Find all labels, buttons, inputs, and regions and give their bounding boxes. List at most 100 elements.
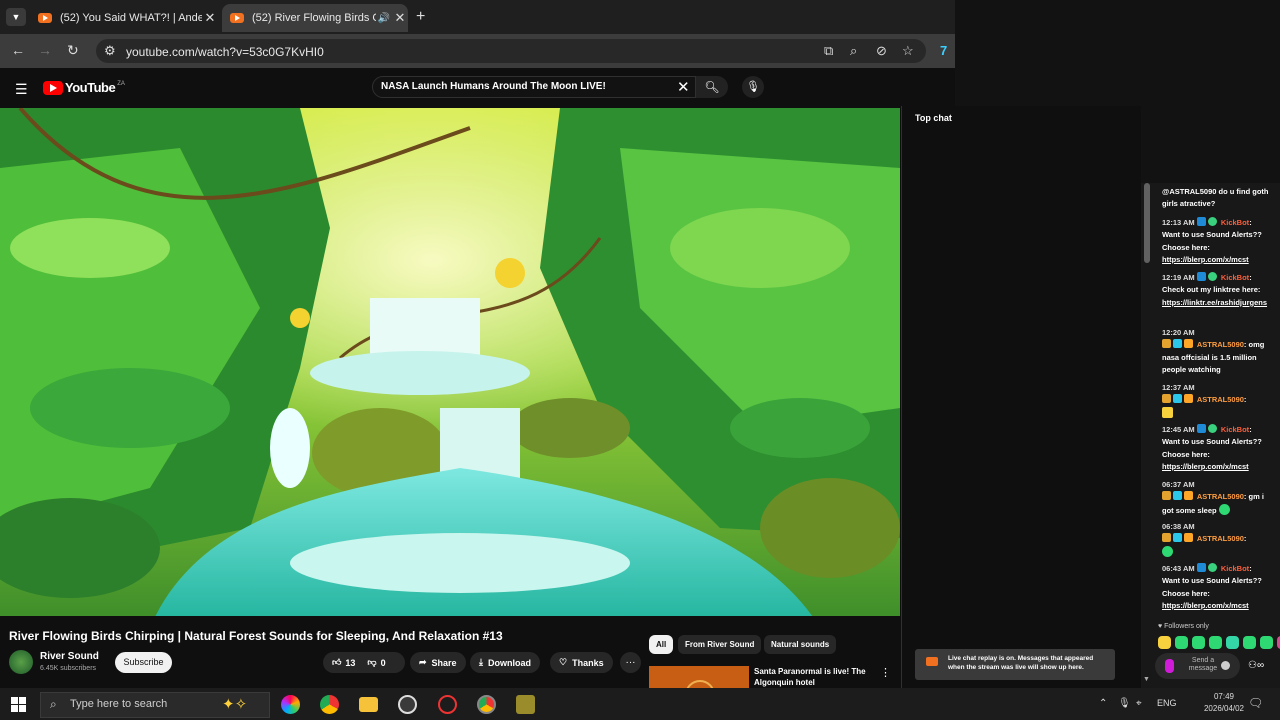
- thanks-heart-icon: ♡: [559, 657, 568, 667]
- followers-only-text: Followers only: [1164, 623, 1209, 630]
- download-button[interactable]: ⤓ Download: [470, 652, 540, 673]
- tray-overflow-chevron-icon[interactable]: ⌃: [1099, 698, 1107, 709]
- send-placeholder[interactable]: Send a message: [1187, 657, 1219, 673]
- more-actions-button[interactable]: ···: [620, 652, 641, 673]
- emote-icon[interactable]: [1243, 636, 1256, 649]
- install-app-icon[interactable]: ⧉: [824, 43, 833, 59]
- video-player[interactable]: [0, 108, 900, 616]
- top-chat-selector[interactable]: Top chat: [915, 113, 952, 123]
- network-icon[interactable]: ⌖: [1136, 698, 1142, 709]
- sub-badge-icon: [1173, 339, 1182, 349]
- close-tab-icon[interactable]: ✕: [202, 10, 218, 26]
- bookmark-star-icon[interactable]: ☆: [902, 43, 914, 59]
- channel-name[interactable]: River Sound: [40, 651, 99, 662]
- message-link[interactable]: https://blerp.com/x/mcst: [1162, 601, 1249, 610]
- message-author[interactable]: ASTRAL5090: [1197, 534, 1244, 543]
- browser-tab[interactable]: (52) You Said WHAT?! | Anderso ✕: [30, 4, 218, 32]
- tracking-blocked-eye-icon[interactable]: ⊘: [876, 43, 887, 59]
- channel-avatar[interactable]: [9, 650, 33, 674]
- emoji-picker-icon[interactable]: [1221, 661, 1230, 670]
- language-indicator[interactable]: ENG: [1157, 698, 1177, 708]
- message-author[interactable]: KickBot: [1221, 218, 1249, 227]
- extension-icon[interactable]: 7: [940, 43, 947, 58]
- notification-icon[interactable]: 🗨︎: [1248, 696, 1263, 710]
- verified-badge-icon: [1207, 424, 1217, 433]
- thanks-button[interactable]: ♡ Thanks: [550, 652, 613, 673]
- chat-message: 12:13 AM KickBot: Want to use Sound Aler…: [1162, 217, 1262, 264]
- message-author[interactable]: ASTRAL5090: [1197, 340, 1244, 349]
- emote-icon[interactable]: [1175, 636, 1188, 649]
- chip-from-channel[interactable]: From River Sound: [678, 635, 762, 654]
- like-count[interactable]: 13: [345, 658, 355, 668]
- youtube-logo[interactable]: YouTube ZA: [43, 80, 125, 95]
- chrome-active-icon[interactable]: [477, 695, 496, 714]
- taskbar-clock[interactable]: 07:49 2026/04/02: [1202, 691, 1246, 715]
- thumbs-down-icon[interactable]: 👎︎: [367, 657, 376, 668]
- audio-playing-icon[interactable]: 🔊: [376, 13, 392, 24]
- message-link[interactable]: https://blerp.com/x/mcst: [1162, 255, 1249, 264]
- search-highlight-sparkle-icon[interactable]: ✦✧: [222, 695, 247, 713]
- message-author[interactable]: ASTRAL5090: [1197, 395, 1244, 404]
- message-link[interactable]: https://blerp.com/x/mcst: [1162, 462, 1249, 471]
- file-explorer-icon[interactable]: [359, 697, 378, 712]
- dislike-count[interactable]: 0: [381, 658, 386, 668]
- chat-settings-icon[interactable]: ⚇∞: [1248, 660, 1264, 671]
- send-message-input[interactable]: Send a message: [1155, 653, 1240, 679]
- chip-natural-sounds[interactable]: Natural sounds: [764, 635, 837, 654]
- message-link[interactable]: https://linktr.ee/rashidjurgens: [1162, 298, 1267, 307]
- chat-message: @ASTRAL5090 do u find goth girls atracti…: [1162, 186, 1274, 211]
- obs-icon[interactable]: [398, 695, 417, 714]
- new-tab-button[interactable]: +: [416, 8, 425, 26]
- thanks-label: Thanks: [572, 657, 604, 668]
- emote-icon[interactable]: [1158, 636, 1171, 649]
- share-button[interactable]: ➦ Share: [410, 652, 466, 673]
- youtube-live-icon: [926, 657, 938, 666]
- message-time: 12:37 AM: [1162, 383, 1195, 392]
- reload-icon[interactable]: ↻: [67, 42, 79, 59]
- recommended-more-icon[interactable]: ⋮: [880, 666, 891, 679]
- clear-search-icon[interactable]: ✕: [677, 78, 690, 96]
- zoom-icon[interactable]: ⌕: [850, 43, 857, 59]
- emote-icon: [1218, 503, 1230, 515]
- snipping-tool-icon[interactable]: [438, 695, 457, 714]
- search-query[interactable]: NASA Launch Humans Around The Moon LIVE!: [381, 81, 606, 92]
- emote-icon[interactable]: [1209, 636, 1222, 649]
- browser-tab-active[interactable]: (52) River Flowing Birds Chi 🔊 ✕: [222, 4, 408, 32]
- site-info-icon[interactable]: ⚙: [104, 43, 116, 59]
- scroll-down-arrow-icon[interactable]: ▼: [1143, 676, 1150, 683]
- emote-icon[interactable]: [1226, 636, 1239, 649]
- moderator-badge-icon: [1196, 217, 1206, 226]
- game-app-icon[interactable]: [516, 695, 535, 714]
- message-author[interactable]: KickBot: [1221, 564, 1249, 573]
- emote-icon[interactable]: [1260, 636, 1273, 649]
- crown-badge-icon: [1162, 394, 1171, 404]
- message-author[interactable]: KickBot: [1221, 425, 1249, 434]
- verified-badge-icon: [1207, 217, 1217, 226]
- sub-badge-icon: [1173, 394, 1182, 404]
- thumbs-up-icon[interactable]: 👍︎: [332, 657, 341, 668]
- subscribe-button[interactable]: Subscribe: [115, 652, 172, 673]
- chrome-icon[interactable]: [320, 695, 339, 714]
- search-button[interactable]: 🔍︎: [696, 76, 728, 98]
- voice-search-mic-icon[interactable]: 🎙︎: [742, 76, 764, 98]
- url-text[interactable]: youtube.com/watch?v=53c0G7KvHI0: [126, 45, 324, 59]
- message-text: Want to use Sound Alerts?? Choose here:: [1162, 576, 1262, 598]
- close-tab-icon[interactable]: ✕: [392, 10, 408, 26]
- emote-icon: [1162, 545, 1173, 557]
- windows-start-icon[interactable]: [11, 697, 26, 712]
- taskbar-search-placeholder[interactable]: Type here to search: [70, 698, 167, 710]
- copilot-icon[interactable]: [281, 695, 300, 714]
- message-author[interactable]: KickBot: [1221, 273, 1249, 282]
- sub-badge-icon: [1173, 533, 1182, 543]
- tab-search-chevron-icon[interactable]: ▼: [6, 8, 26, 26]
- recommended-thumbnail[interactable]: [649, 666, 749, 688]
- chat-scrollbar[interactable]: [1144, 183, 1150, 263]
- recommended-title[interactable]: Santa Paranormal is live! The Algonquin …: [754, 666, 872, 688]
- forward-arrow-icon[interactable]: →: [38, 42, 52, 58]
- emote-icon[interactable]: [1192, 636, 1205, 649]
- menu-hamburger-icon[interactable]: ☰: [15, 81, 28, 98]
- chip-all[interactable]: All: [649, 635, 674, 654]
- message-author[interactable]: ASTRAL5090: [1197, 492, 1244, 501]
- back-arrow-icon[interactable]: ←: [11, 42, 25, 58]
- microphone-icon[interactable]: 🎙︎: [1118, 698, 1131, 709]
